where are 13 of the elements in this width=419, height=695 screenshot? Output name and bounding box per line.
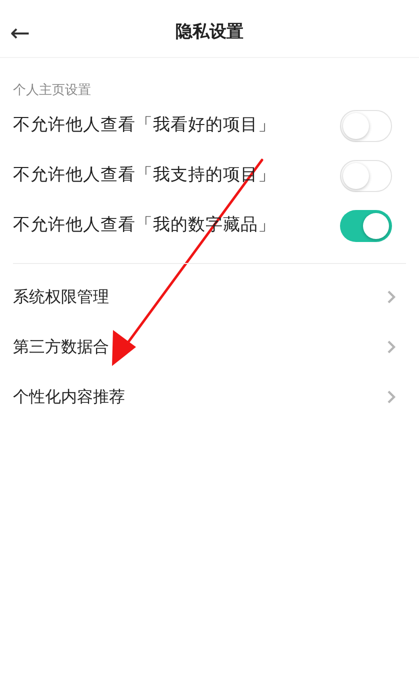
- menu-item[interactable]: 个性化内容推荐: [13, 372, 406, 422]
- toggle-switch[interactable]: [340, 210, 392, 242]
- chevron-right-icon: [387, 390, 396, 404]
- chevron-right-icon: [387, 340, 396, 354]
- menu-item[interactable]: 系统权限管理: [13, 272, 406, 322]
- section-label: 个人主页设置: [13, 82, 91, 100]
- chevron-right-icon: [387, 290, 396, 304]
- toggle-switch[interactable]: [340, 110, 392, 142]
- menu-item[interactable]: 第三方数据合: [13, 322, 406, 372]
- toggle-switch[interactable]: [340, 160, 392, 192]
- page-title: 隐私设置: [176, 20, 244, 44]
- back-button[interactable]: ←: [10, 20, 30, 44]
- setting-label: 不允许他人查看「我看好的项目」: [13, 114, 276, 138]
